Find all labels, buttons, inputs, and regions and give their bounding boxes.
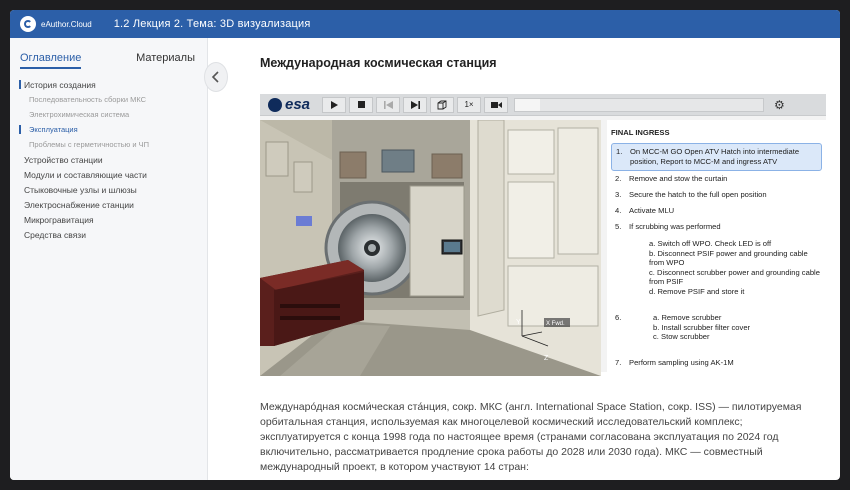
toc-item-modules[interactable]: Модули и составляющие части [10, 167, 207, 182]
timeline-progress-fill [515, 98, 540, 111]
tab-contents[interactable]: Оглавление [20, 52, 82, 69]
skip-forward-icon [410, 100, 420, 109]
step-number: 6. [615, 313, 622, 322]
toc-item-microgravity[interactable]: Микрогравитация [10, 212, 207, 227]
procedure-checklist: FINAL INGRESS 1. On MCC-M GO Open ATV Hat… [607, 120, 826, 376]
camera-icon [490, 101, 502, 108]
main-content: Международная космическая станция esa 1×… [260, 38, 826, 473]
esa-logo: esa [268, 96, 310, 113]
checklist-step-2[interactable]: 2. Remove and stow the curtain [611, 171, 822, 187]
step-text: Remove and stow the curtain [629, 174, 728, 183]
step-text: Activate MLU [629, 206, 675, 215]
toc-item-leak-problems[interactable]: Проблемы с герметичностью и ЧП [10, 137, 207, 152]
page-title: Международная космическая станция [260, 56, 497, 70]
skip-back-icon [383, 100, 393, 109]
esa-logo-text: esa [285, 96, 311, 113]
checklist-step-5[interactable]: 5. If scrubbing was performed [611, 219, 822, 235]
chevron-left-icon [211, 71, 219, 83]
step-number: 4. [615, 206, 622, 215]
toc-item-assembly-sequence[interactable]: Последовательность сборки МКС [10, 92, 207, 107]
toc-item-station-structure[interactable]: Устройство станции [10, 152, 207, 167]
substep: c. Stow scrubber [653, 332, 710, 341]
top-bar: eAuthor.Cloud 1.2 Лекция 2. Тема: 3D виз… [10, 10, 840, 38]
previous-step-button[interactable] [376, 96, 401, 113]
logo-text: eAuthor.Cloud [41, 19, 92, 29]
toc-item-docking-ports[interactable]: Стыковочные узлы и шлюзы [10, 182, 207, 197]
step-number: 1. [616, 147, 623, 156]
step-number: 7. [615, 357, 622, 367]
play-icon [331, 100, 339, 109]
checklist-step-3[interactable]: 3. Secure the hatch to the full open posi… [611, 187, 822, 203]
step-number: 5. [615, 222, 622, 231]
iss-interior-scene[interactable]: Y X Fwd. Z [260, 120, 601, 376]
checklist-title: FINAL INGRESS [611, 128, 670, 137]
step-5-substeps: a. Switch off WPO. Check LED is off b. D… [649, 235, 822, 300]
toc-item-history[interactable]: История создания [10, 77, 207, 92]
table-of-contents: История создания Последовательность сбор… [10, 77, 207, 242]
checklist-step-6[interactable]: 6. a. Remove scrubber b. Install scrubbe… [611, 310, 822, 345]
toc-item-operation[interactable]: Эксплуатация [10, 122, 207, 137]
timeline-progress-bar[interactable] [514, 97, 765, 112]
iss-interior-illustration: Y X Fwd. Z [260, 120, 601, 376]
step-text: On MCC-M GO Open ATV Hatch into intermed… [630, 147, 800, 166]
3d-viewer[interactable]: esa 1× ⚙ Y X Fwd. Z FINAL INGRESS 1. On … [260, 94, 826, 376]
step-text: Secure the hatch to the full open positi… [629, 190, 767, 199]
axis-z-marker: Z [544, 355, 549, 362]
toc-item-electrochemical[interactable]: Электрохимическая система [10, 107, 207, 122]
step-number: 2. [615, 174, 622, 183]
substep: d. Remove PSIF and store it [649, 286, 745, 296]
axis-fwd-marker: X Fwd. [546, 321, 565, 327]
view-cube-button[interactable] [430, 96, 455, 113]
gear-icon[interactable]: ⚙ [774, 98, 785, 112]
play-button[interactable] [322, 96, 347, 113]
checklist-step-4[interactable]: 4. Activate MLU [611, 203, 822, 219]
sidebar: Оглавление Материалы История создания По… [10, 38, 208, 480]
substep: b. Install scrubber filter cover [653, 322, 751, 332]
article-paragraph: Междунаро́дная косми́ческая ста́нция, со… [260, 401, 802, 473]
axis-y-marker: Y [516, 319, 521, 326]
substep: a. Switch off WPO. Check LED is off [649, 239, 772, 248]
stop-icon [357, 101, 365, 108]
esa-globe-icon [268, 97, 282, 112]
viewer-toolbar: esa 1× ⚙ [260, 94, 826, 116]
step-text: Perform sampling using AK-1M [629, 357, 734, 367]
step-number: 3. [615, 190, 622, 199]
checklist-step-7[interactable]: 7. Perform sampling using AK-1M [611, 355, 822, 371]
step-6-substeps: a. Remove scrubber b. Install scrubber f… [653, 313, 750, 342]
stop-button[interactable] [349, 96, 374, 113]
course-title: 1.2 Лекция 2. Тема: 3D визуализация [113, 18, 311, 30]
checklist-step-1[interactable]: 1. On MCC-M GO Open ATV Hatch into interm… [611, 143, 822, 171]
next-step-button[interactable] [403, 96, 428, 113]
toc-item-communications[interactable]: Средства связи [10, 227, 207, 242]
camera-button[interactable] [484, 96, 509, 113]
cloud-logo-icon [20, 16, 36, 32]
tab-materials[interactable]: Материалы [136, 52, 195, 69]
app-window: eAuthor.Cloud 1.2 Лекция 2. Тема: 3D виз… [10, 10, 840, 480]
substep: c. Disconnect scrubber power and groundi… [649, 267, 820, 287]
collapse-sidebar-button[interactable] [204, 62, 228, 92]
speed-button[interactable]: 1× [457, 96, 482, 113]
step-text: If scrubbing was performed [629, 222, 721, 231]
substep: b. Disconnect PSIF power and grounding c… [649, 248, 808, 268]
cube-icon [437, 100, 447, 109]
substep: a. Remove scrubber [653, 313, 722, 322]
toc-item-power-supply[interactable]: Электроснабжение станции [10, 197, 207, 212]
